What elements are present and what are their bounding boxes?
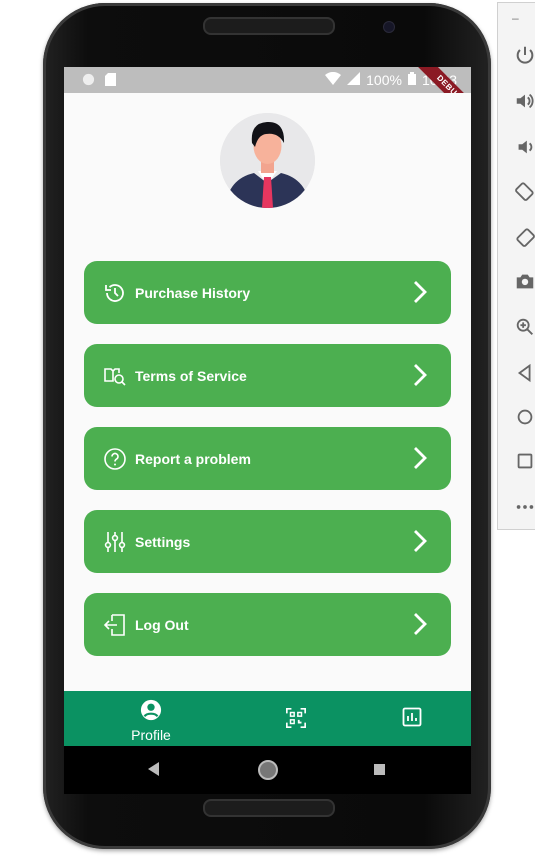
front-camera bbox=[383, 21, 395, 33]
camera-icon[interactable] bbox=[514, 269, 535, 293]
rotate-right-icon[interactable] bbox=[514, 225, 535, 249]
profile-screen: Purchase History Terms of Service Report… bbox=[64, 93, 471, 691]
history-icon bbox=[103, 281, 127, 305]
chevron-right-icon bbox=[413, 446, 427, 470]
terms-of-service-label: Terms of Service bbox=[135, 367, 247, 384]
report-problem-button[interactable]: Report a problem bbox=[84, 427, 451, 490]
power-icon[interactable] bbox=[514, 43, 535, 67]
chevron-right-icon bbox=[413, 363, 427, 387]
status-bar: 100% 10:33 DEBUG bbox=[64, 67, 471, 127]
chevron-right-icon bbox=[413, 280, 427, 304]
emulator-side-panel: – bbox=[497, 2, 535, 530]
battery-text: 100% bbox=[366, 72, 402, 88]
bottom-navigation: Profile bbox=[64, 691, 471, 746]
chevron-right-icon bbox=[413, 529, 427, 553]
back-icon[interactable] bbox=[514, 361, 535, 385]
terms-search-icon bbox=[103, 364, 127, 388]
bottom-speaker bbox=[203, 799, 335, 817]
overview-icon[interactable] bbox=[514, 449, 535, 473]
help-circle-icon bbox=[103, 447, 127, 471]
battery-icon bbox=[407, 72, 416, 88]
volume-down-icon[interactable] bbox=[514, 135, 535, 159]
user-avatar bbox=[220, 113, 315, 208]
zoom-icon[interactable] bbox=[514, 315, 535, 339]
wifi-icon bbox=[325, 71, 342, 88]
notification-dot-icon bbox=[82, 73, 95, 89]
signal-icon bbox=[347, 72, 361, 88]
report-problem-label: Report a problem bbox=[135, 450, 251, 467]
system-back-icon[interactable] bbox=[148, 762, 160, 781]
minimize-icon[interactable]: – bbox=[512, 11, 519, 25]
settings-button[interactable]: Settings bbox=[84, 510, 451, 573]
logout-icon bbox=[103, 613, 127, 637]
nav-qr-scan[interactable] bbox=[285, 707, 307, 734]
system-home-icon[interactable] bbox=[258, 760, 278, 780]
nav-stats[interactable] bbox=[402, 707, 422, 732]
chevron-right-icon bbox=[413, 612, 427, 636]
phone-frame: 100% 10:33 DEBUG bbox=[43, 3, 491, 849]
nav-profile[interactable]: Profile bbox=[130, 699, 172, 743]
system-recents-icon[interactable] bbox=[374, 764, 385, 775]
account-circle-icon bbox=[140, 699, 162, 726]
log-out-button[interactable]: Log Out bbox=[84, 593, 451, 656]
qr-code-icon bbox=[285, 707, 307, 734]
home-icon[interactable] bbox=[514, 405, 535, 429]
more-icon[interactable] bbox=[514, 495, 535, 519]
system-navigation-bar bbox=[64, 746, 471, 794]
purchase-history-label: Purchase History bbox=[135, 284, 251, 301]
sd-card-icon bbox=[105, 73, 116, 89]
chart-icon bbox=[402, 707, 422, 732]
earpiece-speaker bbox=[203, 17, 335, 35]
settings-label: Settings bbox=[135, 533, 191, 550]
sliders-icon bbox=[103, 530, 127, 554]
volume-up-icon[interactable] bbox=[514, 89, 535, 113]
terms-of-service-button[interactable]: Terms of Service bbox=[84, 344, 451, 407]
log-out-label: Log Out bbox=[135, 616, 189, 633]
nav-profile-label: Profile bbox=[131, 727, 171, 743]
purchase-history-button[interactable]: Purchase History bbox=[84, 261, 451, 324]
phone-screen: 100% 10:33 DEBUG bbox=[64, 67, 471, 794]
rotate-left-icon[interactable] bbox=[514, 179, 535, 203]
